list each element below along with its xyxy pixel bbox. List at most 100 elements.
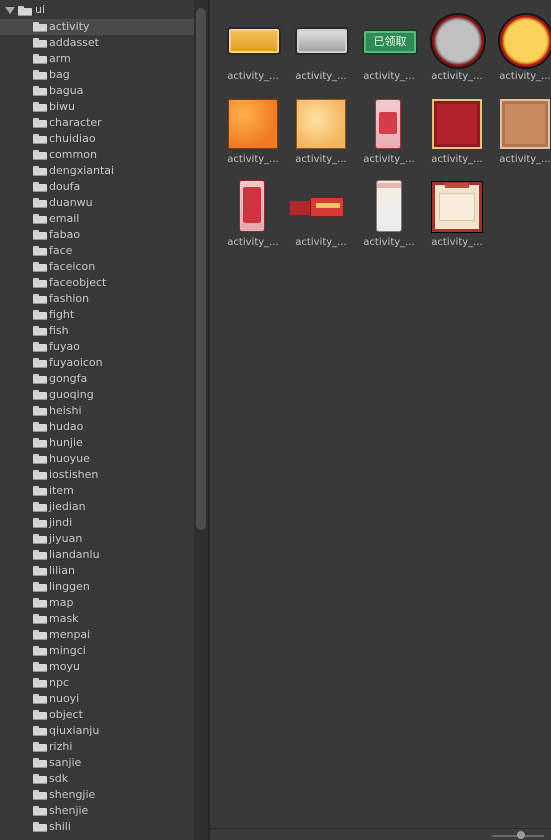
tree-item-common[interactable]: common: [0, 147, 194, 163]
tree-item-moyu[interactable]: moyu: [0, 659, 194, 675]
tree-item-huoyue[interactable]: huoyue: [0, 451, 194, 467]
folder-icon: [33, 70, 47, 80]
tree-item-fashion[interactable]: fashion: [0, 291, 194, 307]
tree-item-duanwu[interactable]: duanwu: [0, 195, 194, 211]
asset-thumbnail: [356, 173, 422, 239]
tree-item-qiuxianju[interactable]: qiuxianju: [0, 723, 194, 739]
asset-tile[interactable]: activity_...: [356, 90, 422, 170]
sq-tan-sprite: [500, 99, 550, 149]
tree-item-shili[interactable]: shili: [0, 819, 194, 835]
tree-item-jindi[interactable]: jindi: [0, 515, 194, 531]
tree-item-menpai[interactable]: menpai: [0, 627, 194, 643]
tree-item-jiyuan[interactable]: jiyuan: [0, 531, 194, 547]
folder-icon: [33, 790, 47, 800]
tree-item-fish[interactable]: fish: [0, 323, 194, 339]
tree-item-fabao[interactable]: fabao: [0, 227, 194, 243]
tree-item-heishi[interactable]: heishi: [0, 403, 194, 419]
thumbnail-size-slider-knob[interactable]: [517, 831, 525, 839]
tree-item-email[interactable]: email: [0, 211, 194, 227]
asset-tile[interactable]: activity_...: [424, 7, 490, 87]
tree-scrollbar-thumb[interactable]: [196, 8, 206, 530]
asset-tile[interactable]: activity_...: [288, 7, 354, 87]
folder-icon: [33, 678, 47, 688]
tree-item-addasset[interactable]: addasset: [0, 35, 194, 51]
tree-item-label: hudao: [49, 420, 84, 433]
tree-item-rizhi[interactable]: rizhi: [0, 739, 194, 755]
tree-item-arm[interactable]: arm: [0, 51, 194, 67]
tree-item-hudao[interactable]: hudao: [0, 419, 194, 435]
tree-item-linggen[interactable]: linggen: [0, 579, 194, 595]
asset-tile[interactable]: 已领取 activity_...: [356, 7, 422, 87]
tree-root-ui[interactable]: ui: [0, 3, 194, 19]
tree-item-mingci[interactable]: mingci: [0, 643, 194, 659]
tree-item-lilian[interactable]: lilian: [0, 563, 194, 579]
circle-gold-sprite: [500, 15, 551, 67]
asset-tile[interactable]: activity_...: [220, 173, 286, 253]
asset-tile[interactable]: activity_...: [492, 7, 551, 87]
tree-item-face[interactable]: face: [0, 243, 194, 259]
asset-tile[interactable]: activity_...: [424, 90, 490, 170]
tree-item-label: face: [49, 244, 73, 257]
tree-item-gongfa[interactable]: gongfa: [0, 371, 194, 387]
tree-item-bag[interactable]: bag: [0, 67, 194, 83]
tree-item-label: huoyue: [49, 452, 90, 465]
asset-tile[interactable]: activity_...: [288, 173, 354, 253]
asset-filename: activity_...: [499, 154, 551, 165]
asset-tile[interactable]: activity_...: [424, 173, 490, 253]
tree-item-label: fabao: [49, 228, 81, 241]
asset-tile[interactable]: activity_...: [288, 90, 354, 170]
tree-item-dengxiantai[interactable]: dengxiantai: [0, 163, 194, 179]
tree-item-label: fashion: [49, 292, 90, 305]
tree-item-sanjie[interactable]: sanjie: [0, 755, 194, 771]
tree-scrollbar[interactable]: [194, 0, 208, 840]
tree-item-label: npc: [49, 676, 70, 689]
asset-thumbnail: 已领取: [356, 7, 422, 73]
tree-item-jiedian[interactable]: jiedian: [0, 499, 194, 515]
tree-item-shenjie[interactable]: shenjie: [0, 803, 194, 819]
circle-silver-sprite: [432, 15, 484, 67]
tree-item-faceobject[interactable]: faceobject: [0, 275, 194, 291]
asset-thumbnail: [220, 90, 286, 156]
tree-item-map[interactable]: map: [0, 595, 194, 611]
folder-icon: [33, 294, 47, 304]
tree-item-label: shengjie: [49, 788, 96, 801]
tree-item-object[interactable]: object: [0, 707, 194, 723]
folder-icon: [33, 742, 47, 752]
tree-item-label: duanwu: [49, 196, 93, 209]
frame-sprite: [432, 182, 482, 232]
tree-item-fuyao[interactable]: fuyao: [0, 339, 194, 355]
tree-item-fight[interactable]: fight: [0, 307, 194, 323]
asset-tile[interactable]: activity_...: [356, 173, 422, 253]
tree-item-faceicon[interactable]: faceicon: [0, 259, 194, 275]
tree-item-item[interactable]: item: [0, 483, 194, 499]
tree-item-label: jiyuan: [49, 532, 83, 545]
tree-item-chuidiao[interactable]: chuidiao: [0, 131, 194, 147]
sq-orange-sprite: [228, 99, 278, 149]
tree-item-shengjie[interactable]: shengjie: [0, 787, 194, 803]
expand-arrow-icon[interactable]: [5, 7, 15, 14]
asset-filename: activity_...: [363, 154, 415, 165]
asset-tile[interactable]: activity_...: [492, 90, 551, 170]
tree-item-fuyaoicon[interactable]: fuyaoicon: [0, 355, 194, 371]
asset-tile[interactable]: activity_...: [220, 7, 286, 87]
tree-item-bagua[interactable]: bagua: [0, 83, 194, 99]
tree-item-biwu[interactable]: biwu: [0, 99, 194, 115]
tree-item-hunjie[interactable]: hunjie: [0, 435, 194, 451]
tree-item-guoqing[interactable]: guoqing: [0, 387, 194, 403]
tree-item-mask[interactable]: mask: [0, 611, 194, 627]
tree-item-doufa[interactable]: doufa: [0, 179, 194, 195]
asset-tile[interactable]: activity_...: [220, 90, 286, 170]
tree-item-sdk[interactable]: sdk: [0, 771, 194, 787]
tree-item-npc[interactable]: npc: [0, 675, 194, 691]
tree-item-liandanlu[interactable]: liandanlu: [0, 547, 194, 563]
tree-item-nuoyi[interactable]: nuoyi: [0, 691, 194, 707]
tree-item-iostishen[interactable]: iostishen: [0, 467, 194, 483]
tree-item-activity[interactable]: activity: [0, 19, 194, 35]
tree-item-label: fish: [49, 324, 69, 337]
folder-icon: [33, 646, 47, 656]
asset-thumbnail: [220, 173, 286, 239]
folder-icon: [33, 278, 47, 288]
tree-item-label: dengxiantai: [49, 164, 115, 177]
tree-item-character[interactable]: character: [0, 115, 194, 131]
folder-icon: [33, 150, 47, 160]
